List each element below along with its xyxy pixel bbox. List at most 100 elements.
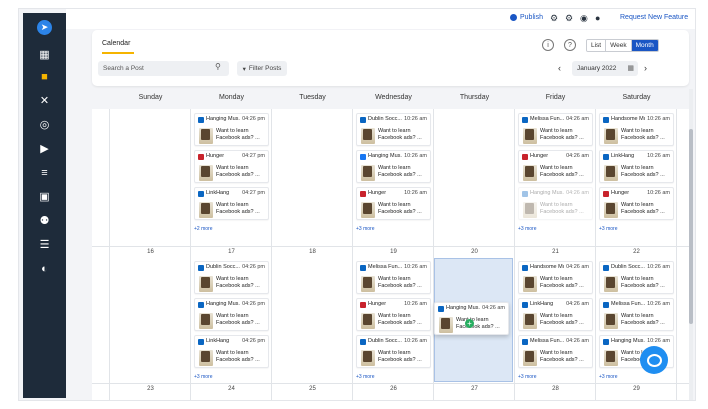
scheduled-post-card[interactable]: Melissa Fun... 04:26 am Want to learn Faceb…	[518, 113, 593, 146]
post-thumbnail	[199, 165, 213, 181]
post-thumbnail	[199, 313, 213, 329]
more-posts-link[interactable]: +3 more	[356, 226, 374, 232]
scheduled-post-card[interactable]: Hunger 10:26 am Want to learn Facebook ads?…	[356, 298, 431, 331]
settings-icon[interactable]: ⚙	[550, 13, 558, 24]
post-thumbnail	[361, 202, 375, 218]
more-posts-link[interactable]: +3 more	[356, 374, 374, 380]
grid-divider	[92, 383, 689, 384]
post-text-line: Facebook ads? ...	[378, 320, 422, 326]
more-posts-link[interactable]: +3 more	[194, 374, 212, 380]
scheduled-post-card[interactable]: Handsome Mu...10:26 am Want to learnFaceb…	[599, 113, 674, 146]
post-account-name: LinkHang	[530, 301, 554, 307]
scheduled-post-card[interactable]: Melissa Fun... 10:26 am Want to learn Faceb…	[599, 298, 674, 331]
linkedin-icon	[198, 265, 204, 271]
post-account-name: Hanging Mus...	[446, 305, 480, 311]
calendar-icon: ▦	[627, 65, 634, 72]
scheduled-post-card[interactable]: Hanging Mus... 04:26 pm Want to learn Faceb…	[194, 298, 269, 331]
scheduled-post-card[interactable]: LinkHang 04:26 am Want to learn Facebook ad…	[518, 298, 593, 331]
sidebar-item-target[interactable]: ◎	[23, 115, 66, 135]
sidebar-item-document[interactable]: ☰	[23, 235, 66, 255]
day-number: 27	[471, 386, 478, 392]
sidebar-item-tools[interactable]: ✕	[23, 91, 66, 111]
linkedin-icon	[522, 191, 528, 197]
day-number: 26	[390, 386, 397, 392]
scheduled-post-card[interactable]: Hanging Mus... 04:26 pm Want to learn Faceb…	[194, 113, 269, 146]
day-number: 22	[633, 249, 640, 255]
chat-support-button[interactable]	[640, 346, 668, 374]
more-posts-link[interactable]: +3 more	[599, 374, 617, 380]
sidebar-item-send-logo[interactable]: ➤	[23, 17, 66, 37]
post-text-line: Facebook ads? ...	[216, 283, 260, 289]
notifications-icon[interactable]: ◉	[580, 13, 588, 24]
scheduled-post-card[interactable]: LinkHang 10:26 am Want to learn Facebook ad…	[599, 150, 674, 183]
post-time: 10:26 am	[404, 338, 427, 344]
scheduled-post-card[interactable]: LinkHang 04:26 pm Want to learn Facebook ad…	[194, 335, 269, 368]
scheduled-post-card[interactable]: Hanging Mus... 10:26 am Want to learn Faceb…	[356, 150, 431, 183]
search-input[interactable]	[103, 63, 208, 74]
request-feature-link[interactable]: Request New Feature	[620, 14, 688, 21]
scheduled-post-card[interactable]: Dublin Socc... 10:26 am Want to learn Faceb…	[356, 113, 431, 146]
sidebar-item-analytics[interactable]: ≡	[23, 163, 66, 183]
post-text-line: Want to learn	[378, 128, 411, 134]
info-icon[interactable]: i	[542, 39, 554, 51]
scheduled-post-card[interactable]: Dublin Socc... 10:26 am Want to learn Faceb…	[599, 261, 674, 294]
scheduled-post-card[interactable]: Hanging Mus...04:26 amWant to learnFaceb…	[434, 302, 509, 335]
filter-posts-button[interactable]: ▾ Filter Posts	[237, 61, 287, 76]
scheduled-post-card[interactable]: Dublin Socc... 10:26 am Want to learn Faceb…	[356, 335, 431, 368]
scheduled-post-card[interactable]: Hunger 04:27 pm Want to learn Facebook ads?…	[194, 150, 269, 183]
tab-calendar[interactable]: Calendar	[102, 40, 130, 47]
search-icon[interactable]: ⚲	[215, 62, 221, 71]
prev-month-button[interactable]: ‹	[558, 63, 561, 73]
scheduled-post-card[interactable]: Melissa Fun... 04:26 am Want to learn Faceb…	[518, 335, 593, 368]
scheduled-post-card[interactable]: Hunger 10:26 am Want to learn Facebook ads?…	[356, 187, 431, 220]
day-number: 29	[633, 386, 640, 392]
scheduled-post-card[interactable]: LinkHang 04:27 pm Want to learn Facebook ad…	[194, 187, 269, 220]
scheduled-post-card[interactable]: Hunger 10:26 am Want to learn Facebook ads?…	[599, 187, 674, 220]
linkedin-icon	[603, 302, 609, 308]
scheduled-post-card[interactable]: Hanging Mus...04:26 amWant to learnFaceb…	[518, 187, 593, 220]
sidebar: ➤ ▦ ■ ✕ ◎ ▶ ≡ ▣ ⚉ ☰ ◐	[23, 13, 66, 398]
post-account-name: Dublin Socc...	[368, 116, 402, 122]
scheduled-post-card[interactable]: Melissa Fun... 10:26 am Want to learn Faceb…	[356, 261, 431, 294]
post-time: 04:26 am	[566, 190, 589, 196]
more-posts-link[interactable]: +3 more	[518, 374, 536, 380]
post-text-line: Want to learn	[378, 313, 411, 319]
more-posts-link[interactable]: +3 more	[599, 226, 617, 232]
sidebar-item-team[interactable]: ⚉	[23, 211, 66, 231]
more-posts-link[interactable]: +3 more	[518, 226, 536, 232]
publish-button[interactable]: Publish	[510, 14, 543, 21]
post-text-line: Want to learn	[378, 350, 411, 356]
scheduled-post-card[interactable]: Dublin Socc... 04:26 pm Want to learn Faceb…	[194, 261, 269, 294]
sidebar-item-headset[interactable]: ◐	[23, 259, 66, 279]
sidebar-item-megaphone[interactable]: ▶	[23, 139, 66, 159]
scrollbar-thumb[interactable]	[689, 129, 693, 324]
target-icon: ◎	[39, 118, 50, 131]
view-list-button[interactable]: List	[587, 40, 607, 51]
post-text-line: Facebook ads? ...	[216, 172, 260, 178]
grid-divider	[271, 109, 272, 400]
sidebar-item-chat-bubbles[interactable]: ■	[23, 67, 66, 87]
sidebar-item-dashboard[interactable]: ▦	[23, 45, 66, 65]
user-icon[interactable]: ●	[595, 13, 600, 23]
next-month-button[interactable]: ›	[644, 63, 647, 73]
sidebar-item-inbox[interactable]: ▣	[23, 187, 66, 207]
post-account-name: Handsome Mu...	[611, 116, 645, 122]
weekday-header: Sunday	[138, 94, 163, 101]
scheduled-post-card[interactable]: Hunger 04:26 am Want to learn Facebook ads?…	[518, 150, 593, 183]
gear-icon[interactable]: ⚙	[565, 13, 573, 24]
more-posts-link[interactable]: +2 more	[194, 226, 212, 232]
scheduled-post-card[interactable]: Handsome Mu...04:26 am Want to learnFaceb…	[518, 261, 593, 294]
post-text-line: Want to learn	[540, 350, 573, 356]
weekday-header: Saturday	[622, 94, 651, 101]
linkedin-icon	[360, 117, 366, 123]
view-week-button[interactable]: Week	[606, 40, 632, 51]
post-thumbnail	[361, 276, 375, 292]
view-month-button[interactable]: Month	[631, 40, 658, 51]
scrollbar[interactable]	[689, 89, 693, 400]
post-thumbnail	[523, 350, 537, 366]
help-icon[interactable]: ?	[564, 39, 576, 51]
month-picker[interactable]: January 2022 ▦	[572, 61, 638, 76]
post-thumbnail	[199, 128, 213, 144]
pinterest-icon	[360, 302, 366, 308]
publish-icon	[510, 14, 517, 21]
